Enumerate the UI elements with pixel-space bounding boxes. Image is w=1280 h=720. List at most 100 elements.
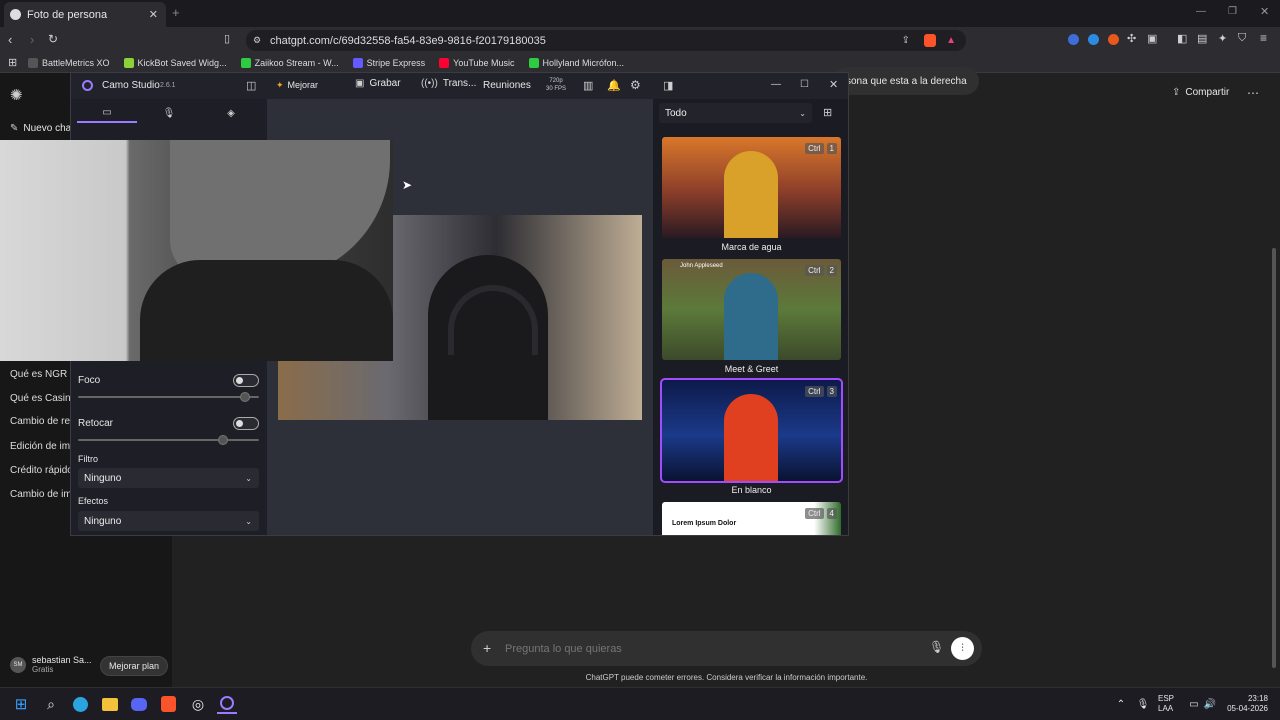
more-options-icon[interactable]: ⋯ — [1247, 86, 1259, 100]
scene-thumbnail[interactable]: John Appleseed Ctrl 2 — [662, 259, 841, 360]
retouch-slider-knob[interactable] — [218, 435, 229, 445]
resolution-text: 720p — [549, 78, 563, 84]
restore-icon[interactable]: ❐ — [1228, 6, 1237, 17]
meetings-button[interactable]: Reuniones — [483, 80, 531, 91]
new-chat-button[interactable]: ✎ Nuevo cha — [10, 123, 71, 134]
camo-maximize-icon[interactable]: ☐ — [800, 79, 809, 90]
reload-icon[interactable]: ↻ — [48, 32, 58, 46]
camo-version: 2.6.1 — [160, 82, 176, 89]
share-button[interactable]: ⇪ Compartir — [1172, 87, 1229, 98]
record-icon: ▣ — [355, 78, 365, 89]
layout-icon[interactable]: ▥ — [583, 79, 593, 92]
bookmark-item[interactable]: Zaiikoo Stream - W... — [240, 57, 339, 68]
extension-icon-1[interactable] — [1068, 34, 1079, 45]
video-tab[interactable]: ▭ — [77, 103, 137, 123]
steam-icon[interactable]: ◎ — [188, 694, 208, 714]
extensions-puzzle-icon[interactable]: ✣ — [1127, 32, 1136, 45]
brave-shield-icon[interactable] — [924, 34, 936, 47]
show-hidden-icons-icon[interactable]: ⌃ — [1111, 694, 1131, 714]
brave-rewards-icon[interactable]: ▲ — [946, 35, 956, 46]
bookmark-item[interactable]: Hollyland Micrófon... — [528, 57, 624, 68]
camo-taskbar-icon[interactable] — [217, 694, 237, 714]
bookmark-item[interactable]: BattleMetrics XO — [28, 57, 110, 68]
focus-slider[interactable] — [78, 392, 259, 402]
chat-history-item[interactable]: Edición de imá — [10, 441, 76, 452]
stream-button[interactable]: ((•)) Trans... — [421, 78, 476, 89]
improve-button[interactable]: ✦ Mejorar — [276, 80, 318, 91]
vpn-icon[interactable]: ⛉ — [1238, 32, 1246, 45]
scene-thumbnail[interactable]: Ctrl 3 — [660, 378, 843, 483]
bookmark-item[interactable]: KickBot Saved Widg... — [123, 57, 227, 68]
camo-minimize-icon[interactable]: — — [771, 79, 781, 90]
extension-icon-2[interactable] — [1088, 34, 1099, 45]
notifications-icon[interactable]: 🔔 — [607, 79, 621, 92]
menu-icon[interactable]: ≡ — [1260, 31, 1267, 45]
openai-logo-icon[interactable]: ✺ — [10, 86, 23, 104]
effects-select[interactable]: Ninguno ⌄ — [78, 511, 259, 531]
add-attachment-icon[interactable]: + — [483, 640, 491, 656]
bookmark-item[interactable]: YouTube Music — [439, 57, 515, 68]
scene-thumbnail[interactable]: Ctrl 1 — [662, 137, 841, 238]
extension-icon-3[interactable] — [1108, 34, 1119, 45]
grid-view-icon[interactable]: ⊞ — [823, 106, 832, 119]
bookmark-label: Zaiikoo Stream - W... — [254, 57, 339, 68]
right-panel-icon[interactable]: ◨ — [663, 79, 673, 92]
scene-shortcut: Ctrl 1 — [805, 143, 837, 154]
scene-thumbnail[interactable]: Lorem Ipsum Dolor Ctrl 4 — [662, 502, 841, 535]
chat-history-item[interactable]: Qué es NGR e — [10, 369, 76, 380]
share-icon[interactable]: ⇪ — [902, 35, 910, 46]
brave-browser-icon[interactable] — [158, 694, 178, 714]
discord-icon[interactable] — [129, 694, 149, 714]
ai-sparkle-icon[interactable]: ✦ — [1218, 32, 1227, 45]
upgrade-plan-button[interactable]: Mejorar plan — [100, 656, 169, 676]
clock[interactable]: 23:18 05-04-2026 — [1222, 694, 1268, 714]
forward-icon[interactable]: › — [30, 32, 34, 47]
focus-toggle[interactable] — [233, 374, 259, 387]
microphone-tray-icon[interactable]: 🎙 — [1133, 694, 1153, 714]
prompt-input[interactable] — [505, 639, 915, 658]
chatgpt-favicon-icon — [10, 9, 21, 20]
close-window-icon[interactable]: ✕ — [1260, 5, 1269, 18]
chat-history-item[interactable]: Cambio de ima — [10, 489, 77, 500]
back-icon[interactable]: ‹ — [8, 32, 12, 47]
volume-icon[interactable]: 🔊 — [1200, 694, 1220, 714]
record-button[interactable]: ▣ Grabar — [355, 78, 401, 89]
file-explorer-icon[interactable] — [100, 694, 120, 714]
scene-filter-select[interactable]: Todo ⌄ — [659, 103, 812, 123]
new-tab-icon[interactable]: + — [172, 5, 180, 20]
apps-grid-icon[interactable]: ⊞ — [8, 56, 17, 69]
scrollbar[interactable] — [1272, 248, 1276, 668]
language-indicator[interactable]: ESP LAA — [1158, 694, 1174, 714]
chat-history-item[interactable]: Cambio de res — [10, 416, 75, 427]
bookmark-item[interactable]: Stripe Express — [352, 57, 425, 68]
settings-icon[interactable]: ⚙ — [630, 78, 641, 92]
focus-slider-knob[interactable] — [240, 392, 251, 402]
chat-history-item[interactable]: Qué es Casino — [10, 393, 76, 404]
close-tab-icon[interactable]: ✕ — [149, 8, 158, 21]
wallet-icon[interactable]: ▤ — [1197, 32, 1207, 45]
url-bar[interactable]: ⚙ chatgpt.com/c/69d32558-fa54-83e9-9816-… — [246, 30, 966, 51]
retouch-toggle[interactable] — [233, 417, 259, 430]
filter-select[interactable]: Ninguno ⌄ — [78, 468, 259, 488]
telegram-icon[interactable] — [70, 694, 90, 714]
windows-start-icon[interactable]: ⊞ — [11, 694, 31, 714]
search-icon[interactable]: ⌕ — [41, 694, 61, 714]
retouch-slider[interactable] — [78, 435, 259, 445]
camo-close-icon[interactable]: ✕ — [829, 78, 838, 91]
extension-icon-4[interactable]: ▣ — [1147, 32, 1157, 45]
browser-tab[interactable]: Foto de persona ✕ — [4, 2, 166, 27]
person-arm-shape — [170, 140, 390, 280]
audio-tab[interactable]: 🎙 — [139, 103, 199, 123]
sidebar-toggle-icon[interactable]: ◧ — [1177, 32, 1187, 45]
voice-mode-icon[interactable]: ⫶ — [951, 637, 974, 660]
keyboard-layout: LAA — [1158, 704, 1174, 713]
user-profile[interactable]: SM sebastian Sa... Gratis — [10, 655, 92, 674]
panel-toggle-icon[interactable]: ◫ — [246, 79, 256, 92]
bookmark-icon[interactable]: ▯ — [224, 32, 230, 45]
minimize-icon[interactable]: — — [1196, 6, 1206, 17]
microphone-icon[interactable]: 🎙 — [929, 640, 944, 654]
fps-text: 30 FPS — [546, 86, 567, 92]
chat-history-item[interactable]: Crédito rápido — [10, 465, 73, 476]
site-settings-icon[interactable]: ⚙ — [253, 35, 261, 46]
layers-tab[interactable]: ◈ — [201, 103, 261, 123]
